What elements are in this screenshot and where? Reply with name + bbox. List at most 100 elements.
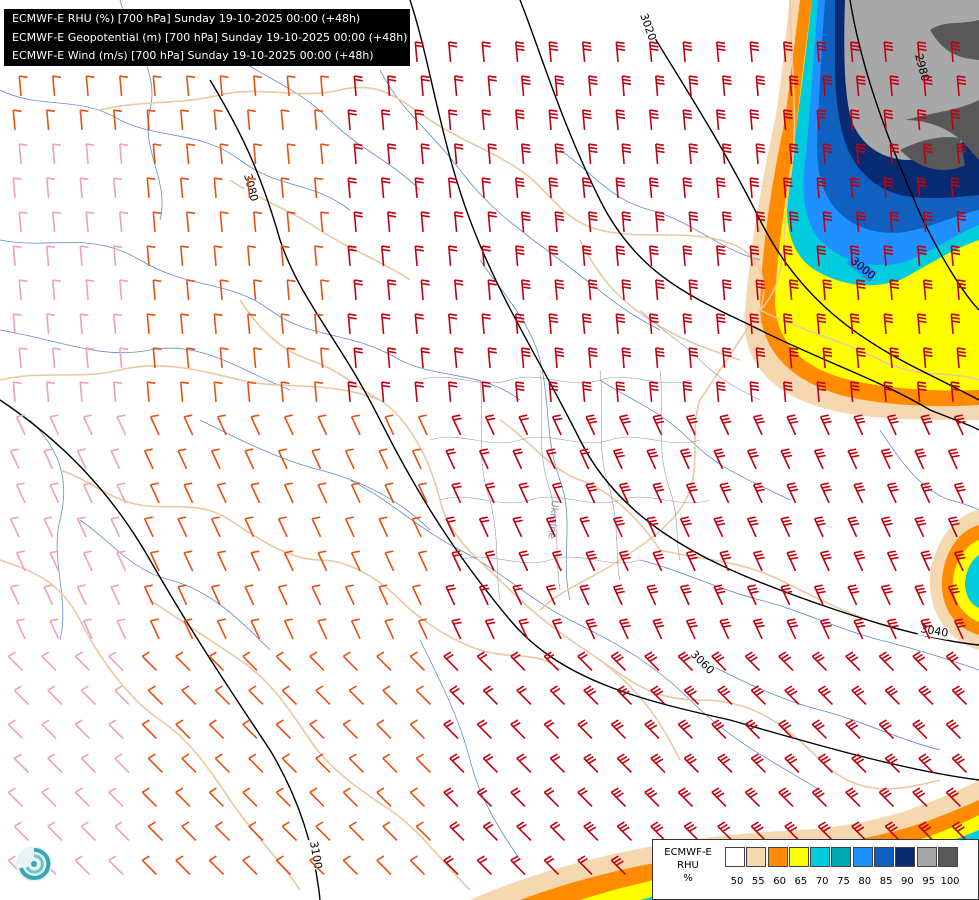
wind-barb [253, 75, 263, 97]
wind-barb [515, 41, 525, 63]
legend-swatch [916, 847, 937, 867]
wind-barb [378, 516, 389, 538]
wind-barb [554, 279, 565, 301]
wind-barb [387, 75, 397, 97]
wind-barb [108, 855, 124, 876]
wind-barb [484, 618, 496, 640]
wind-barb [110, 584, 121, 606]
wind-barb [448, 245, 458, 267]
wind-barb [515, 245, 525, 267]
wind-barb [376, 651, 392, 672]
wind-barb [283, 482, 294, 504]
wind-barb [208, 719, 225, 740]
wind-barb [420, 75, 430, 97]
wind-barb [512, 516, 523, 538]
wind-barb [180, 313, 190, 335]
wind-barb [518, 482, 529, 504]
wind-barb [113, 313, 123, 335]
wind-barb [244, 516, 255, 538]
wind-barb [516, 685, 532, 706]
wind-barb [414, 313, 424, 335]
wind-barb [510, 787, 526, 808]
wind-barb [214, 685, 231, 706]
contour-label-3060: 3060 [688, 648, 717, 677]
wind-barb [585, 618, 598, 640]
wind-barb [116, 618, 127, 640]
wind-barb [716, 245, 726, 267]
wind-barb [175, 651, 191, 672]
wind-barb [778, 651, 794, 672]
wind-barb [250, 414, 261, 436]
wind-barb [180, 109, 190, 131]
wind-barb [286, 143, 296, 165]
wind-barb [183, 550, 194, 572]
wind-barb [114, 753, 130, 774]
wind-barb [716, 381, 726, 403]
wind-barb [717, 753, 733, 774]
wind-barb [610, 719, 627, 740]
wind-barb [378, 584, 389, 606]
wind-barb [615, 381, 626, 403]
wind-barb [847, 584, 860, 606]
wind-barb [82, 414, 93, 436]
wind-barb [487, 211, 497, 233]
wind-barb [149, 550, 160, 572]
wind-barb [79, 245, 89, 267]
wind-barb [454, 347, 464, 369]
wind-barb [82, 550, 93, 572]
wind-barb [353, 211, 363, 233]
wind-barb [216, 618, 227, 640]
wind-barb [344, 584, 355, 606]
wind-barb [80, 753, 97, 774]
wind-barb [655, 143, 665, 165]
wind-barb [481, 41, 491, 63]
wind-barb [484, 482, 496, 504]
wind-barb [347, 109, 357, 131]
wind-barb [12, 245, 22, 267]
wind-barb [417, 550, 428, 572]
wind-barb [309, 651, 325, 672]
legend-tick: 55 [751, 876, 765, 887]
legend-tick: 95 [922, 876, 936, 887]
wind-barb [811, 719, 828, 740]
wind-barb [247, 109, 257, 131]
wind-barb [914, 516, 927, 538]
legend-title-variable: RHU [677, 860, 699, 871]
wind-barb [722, 279, 732, 301]
wind-barb [577, 787, 593, 808]
header-line-wind: ECMWF-E Wind (m/s) [700 hPa] Sunday 19-1… [12, 49, 374, 62]
legend-tick: 80 [858, 876, 872, 887]
wind-barb [682, 313, 693, 335]
wind-barb [551, 414, 563, 436]
legend-swatch [788, 847, 809, 867]
wind-barb [784, 753, 800, 774]
wind-barb [749, 177, 760, 199]
wind-barb [722, 143, 732, 165]
wind-barb [685, 550, 698, 572]
wind-barb [752, 414, 765, 436]
wind-barb [181, 685, 197, 706]
wind-barb [208, 787, 225, 808]
wind-barb [755, 143, 766, 165]
wind-barb [15, 482, 26, 504]
wind-barb [208, 651, 225, 672]
wind-barb [146, 109, 156, 131]
wind-barb [248, 753, 264, 774]
wind-barb [149, 414, 160, 436]
wind-barb [618, 414, 631, 436]
wind-barb [381, 177, 391, 199]
wind-barb [682, 109, 693, 131]
wind-barb [521, 279, 531, 301]
wind-barb [219, 347, 229, 369]
wind-barb [381, 313, 391, 335]
legend-tick: 90 [901, 876, 914, 887]
wind-barb [510, 719, 526, 740]
wind-barb [143, 448, 154, 470]
wind-barb [579, 584, 590, 606]
wind-barb [244, 448, 255, 470]
wind-barb [12, 109, 22, 131]
wind-barb [381, 381, 391, 403]
wind-barb [649, 109, 659, 131]
wind-barb [780, 516, 793, 538]
wind-barb [41, 651, 57, 672]
